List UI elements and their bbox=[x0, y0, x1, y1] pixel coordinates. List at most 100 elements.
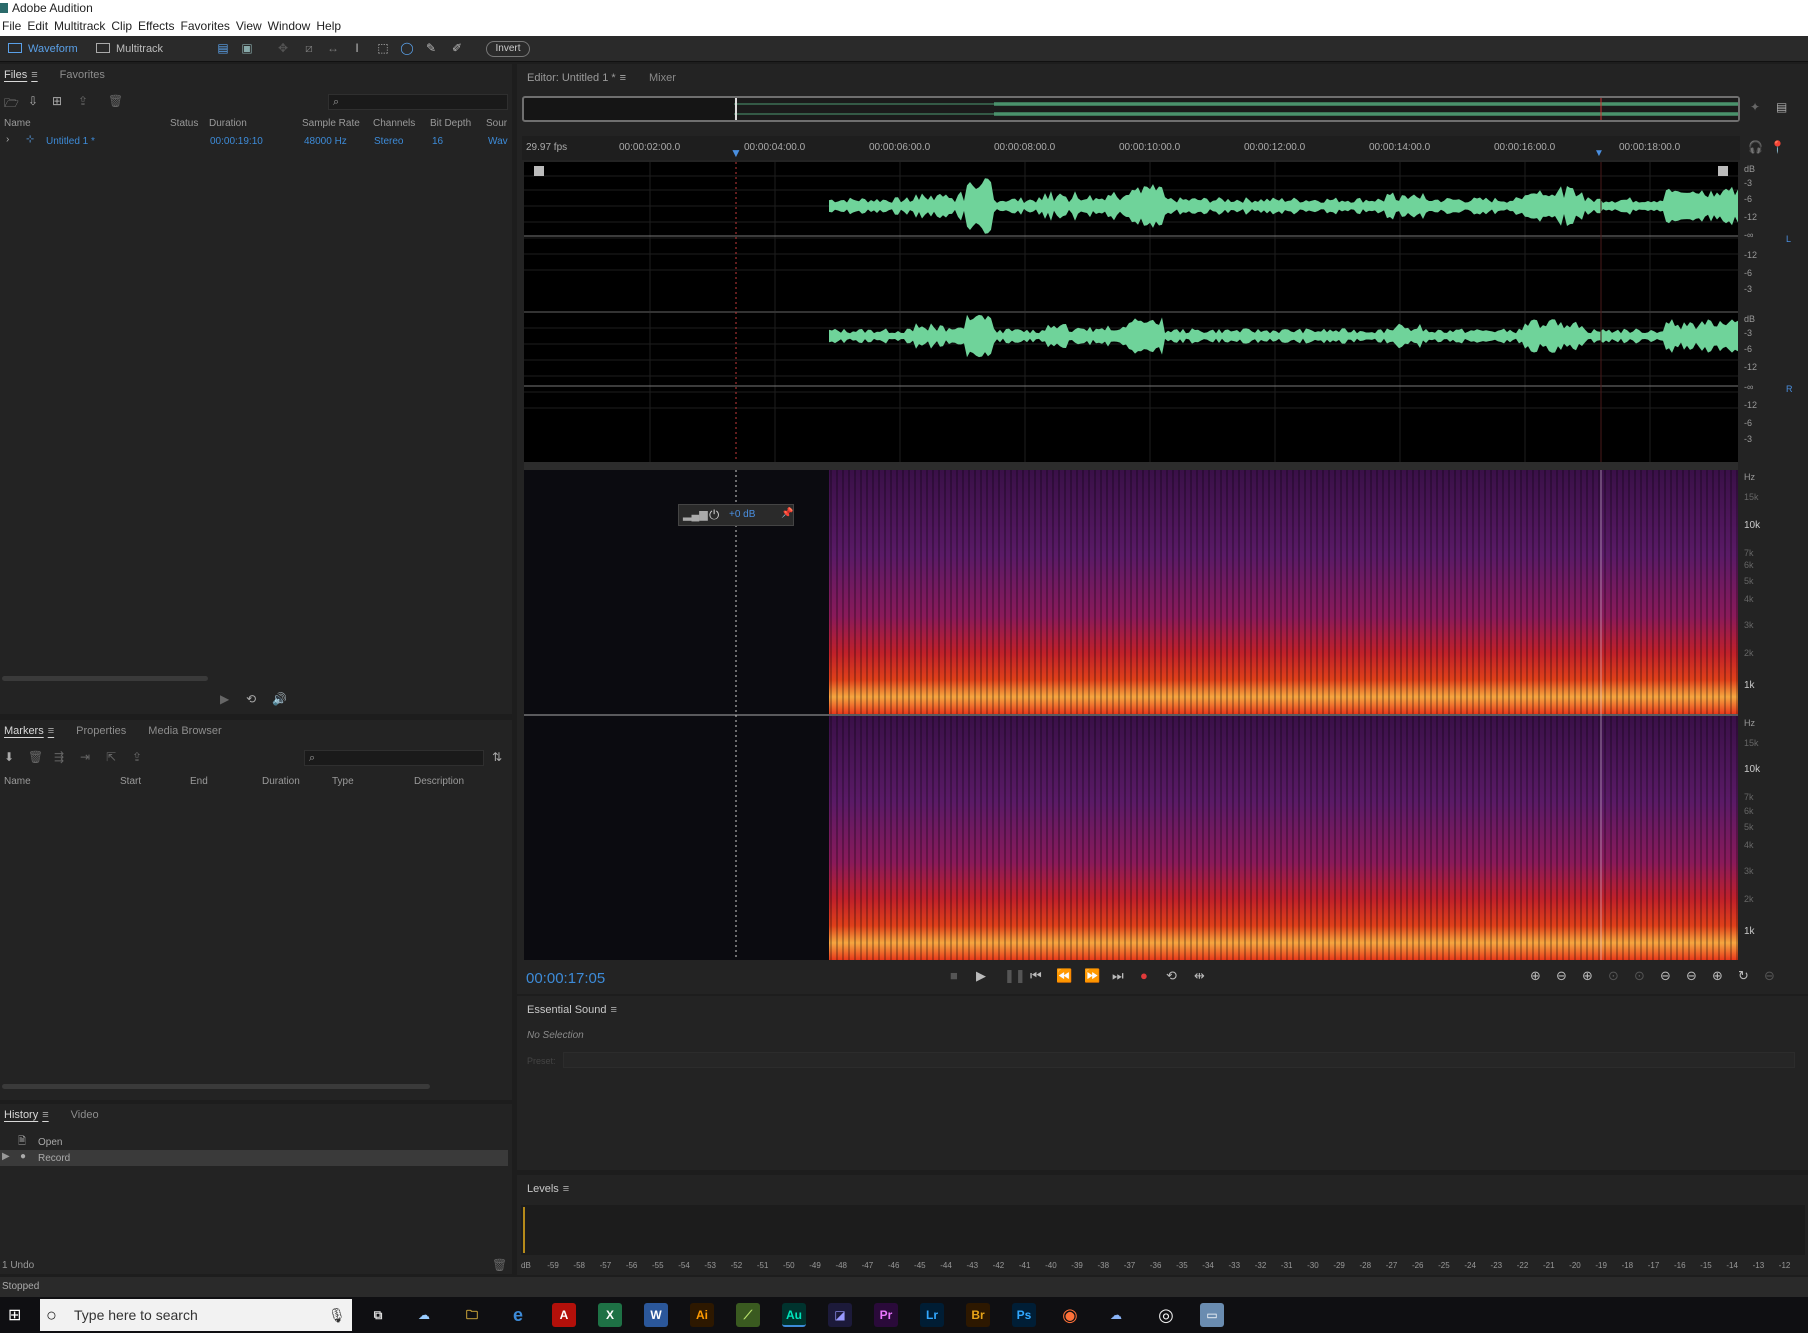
col-marker-end[interactable]: End bbox=[190, 776, 208, 787]
audition-icon[interactable]: Au bbox=[782, 1303, 806, 1327]
gain-value[interactable]: +0 dB bbox=[729, 509, 755, 520]
slip-tool-icon[interactable]: ↔ bbox=[326, 42, 340, 54]
files-horizontal-scrollbar[interactable] bbox=[2, 676, 208, 681]
panel-menu-icon[interactable]: ≡ bbox=[611, 1004, 617, 1016]
menu-help[interactable]: Help bbox=[314, 16, 345, 36]
acrobat-icon[interactable]: A bbox=[552, 1303, 576, 1327]
tab-history[interactable]: History ≡ bbox=[4, 1109, 49, 1121]
merge-markers-icon[interactable]: ⇶ bbox=[54, 750, 64, 764]
stop-icon[interactable]: ■ bbox=[950, 968, 958, 983]
panel-menu-icon[interactable]: ≡ bbox=[42, 1109, 48, 1121]
loop-preview-icon[interactable]: ⟲ bbox=[246, 692, 256, 706]
col-duration[interactable]: Duration bbox=[209, 118, 247, 129]
menu-edit[interactable]: Edit bbox=[25, 16, 52, 36]
levels-title[interactable]: Levels ≡ bbox=[527, 1183, 569, 1195]
loop-playback-icon[interactable]: ⟲ bbox=[1166, 968, 1177, 984]
microphone-icon[interactable]: 🎙 bbox=[328, 1299, 346, 1331]
col-status[interactable]: Status bbox=[170, 118, 198, 129]
app-icon[interactable]: ☁ bbox=[1104, 1303, 1128, 1327]
menu-window[interactable]: Window bbox=[266, 16, 315, 36]
files-search-input[interactable]: ⌕ bbox=[328, 94, 508, 110]
photoshop-icon[interactable]: Ps bbox=[1012, 1303, 1036, 1327]
col-marker-start[interactable]: Start bbox=[120, 776, 141, 787]
insert-multitrack-icon[interactable]: ⇪ bbox=[78, 94, 88, 108]
add-marker-icon[interactable]: ⬇ bbox=[4, 750, 14, 764]
fade-in-handle-icon[interactable] bbox=[534, 166, 544, 176]
gain-hud[interactable]: ▂▄▆ ⏻ +0 dB 📌 bbox=[678, 504, 794, 526]
col-channels[interactable]: Channels bbox=[373, 118, 415, 129]
markers-horizontal-scrollbar[interactable] bbox=[2, 1084, 430, 1089]
tab-mixer[interactable]: Mixer bbox=[649, 72, 676, 84]
history-item-open[interactable]: 🗎 Open bbox=[0, 1134, 508, 1150]
pin-hud-icon[interactable]: 📌 bbox=[781, 508, 793, 519]
spectral-display-icon[interactable]: ▤ bbox=[216, 42, 230, 54]
invert-button[interactable]: Invert bbox=[486, 41, 530, 57]
clear-history-icon[interactable]: 🗑 bbox=[492, 1258, 507, 1272]
overview-zoom-navigator[interactable] bbox=[522, 96, 1740, 122]
fast-forward-icon[interactable]: ⏩ bbox=[1084, 968, 1100, 984]
col-sample-rate[interactable]: Sample Rate bbox=[302, 118, 360, 129]
zoom-out-amplitude-icon[interactable]: ⊖ bbox=[1556, 968, 1567, 984]
menu-favorites[interactable]: Favorites bbox=[179, 16, 234, 36]
zoom-out-full-icon[interactable]: ⊖ bbox=[1686, 968, 1697, 984]
fade-out-handle-icon[interactable] bbox=[1718, 166, 1728, 176]
app-icon[interactable]: ⟋ bbox=[736, 1303, 760, 1327]
batch-process-icon[interactable]: ⇪ bbox=[132, 750, 142, 764]
waveform-spectral-divider[interactable] bbox=[524, 462, 1738, 470]
tab-files[interactable]: Files ≡ bbox=[4, 69, 38, 81]
table-row[interactable]: › ⊹ Untitled 1 * 00:00:19:10 48000 Hz St… bbox=[0, 134, 512, 150]
menu-clip[interactable]: Clip bbox=[109, 16, 136, 36]
excel-icon[interactable]: X bbox=[598, 1303, 622, 1327]
panel-menu-icon[interactable]: ≡ bbox=[31, 69, 37, 81]
delete-file-icon[interactable]: 🗑 bbox=[108, 94, 123, 108]
zoom-lock-icon[interactable]: ✦ bbox=[1750, 100, 1760, 114]
menu-effects[interactable]: Effects bbox=[136, 16, 178, 36]
waveform-display[interactable] bbox=[524, 162, 1738, 462]
razor-tool-icon[interactable]: ⧄ bbox=[302, 42, 316, 54]
open-file-icon[interactable]: 🗁 bbox=[4, 94, 19, 115]
app-icon[interactable]: ☁ bbox=[412, 1303, 436, 1327]
col-bit-depth[interactable]: Bit Depth bbox=[430, 118, 471, 129]
tab-markers[interactable]: Markers ≡ bbox=[4, 725, 54, 737]
zoom-out-time-icon[interactable]: ⊖ bbox=[1660, 968, 1671, 984]
play-icon[interactable]: ▶ bbox=[976, 968, 986, 984]
lightroom-icon[interactable]: Lr bbox=[920, 1303, 944, 1327]
menu-file[interactable]: File bbox=[0, 16, 25, 36]
record-icon[interactable]: ● bbox=[1140, 968, 1148, 983]
autoplay-icon[interactable]: 🔊 bbox=[272, 692, 287, 706]
col-marker-description[interactable]: Description bbox=[414, 776, 464, 787]
app-icon[interactable]: ▭ bbox=[1200, 1303, 1224, 1327]
menu-view[interactable]: View bbox=[234, 16, 266, 36]
rewind-icon[interactable]: ⏪ bbox=[1056, 968, 1072, 984]
tab-properties[interactable]: Properties bbox=[76, 725, 126, 737]
windows-start-icon[interactable]: ⊞ bbox=[8, 1305, 21, 1325]
marker-filter-icon[interactable]: ⇅ bbox=[492, 750, 502, 764]
bridge-icon[interactable]: Br bbox=[966, 1303, 990, 1327]
zoom-in-full-icon[interactable]: ⊕ bbox=[1712, 968, 1723, 984]
marquee-tool-icon[interactable]: ⬚ bbox=[376, 42, 390, 54]
col-marker-type[interactable]: Type bbox=[332, 776, 354, 787]
skip-selection-icon[interactable]: ⇹ bbox=[1194, 968, 1205, 984]
illustrator-icon[interactable]: Ai bbox=[690, 1303, 714, 1327]
tab-editor[interactable]: Editor: Untitled 1 * ≡ bbox=[527, 72, 626, 84]
loop-marker-icon[interactable]: ▼ bbox=[1594, 148, 1604, 159]
firefox-icon[interactable]: ◉ bbox=[1058, 1303, 1082, 1327]
import-file-icon[interactable]: ⇩ bbox=[28, 94, 38, 108]
timeline-ruler[interactable]: 29.97 fps 00:00:02:00.0 00:00:04:00.0 00… bbox=[522, 136, 1740, 160]
panel-menu-icon[interactable]: ≡ bbox=[563, 1183, 569, 1195]
export-marker-icon[interactable]: ⇱ bbox=[106, 750, 116, 764]
gain-knob-icon[interactable]: ⏻ bbox=[709, 507, 719, 523]
zoom-in-amplitude-icon[interactable]: ⊕ bbox=[1530, 968, 1541, 984]
expand-chevron-icon[interactable]: › bbox=[6, 134, 9, 145]
tab-media-browser[interactable]: Media Browser bbox=[148, 725, 221, 737]
brush-tool-icon[interactable]: ✎ bbox=[424, 42, 438, 54]
zoom-selection-icon[interactable]: ⊙ bbox=[1608, 968, 1619, 984]
playhead-handle-icon[interactable]: ▼ bbox=[730, 146, 742, 160]
premiere-icon[interactable]: Pr bbox=[874, 1303, 898, 1327]
edge-browser-icon[interactable]: e bbox=[506, 1303, 530, 1327]
move-tool-icon[interactable]: ✥ bbox=[276, 42, 290, 54]
word-icon[interactable]: W bbox=[644, 1303, 668, 1327]
insert-into-playlist-icon[interactable]: ⇥ bbox=[80, 750, 90, 764]
task-view-icon[interactable]: ⧉ bbox=[366, 1303, 390, 1327]
markers-search-input[interactable]: ⌕ bbox=[304, 750, 484, 766]
